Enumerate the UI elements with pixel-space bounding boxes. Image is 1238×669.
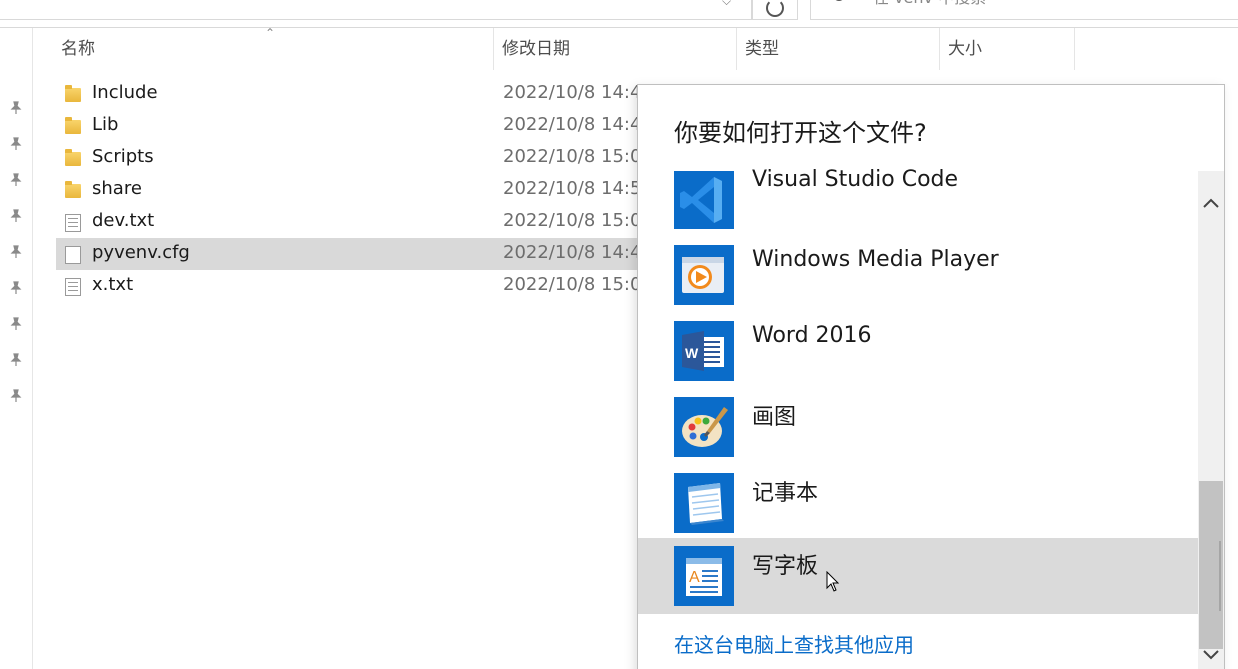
pin-icon[interactable] bbox=[9, 172, 23, 186]
pin-icon[interactable] bbox=[9, 280, 23, 294]
column-header-date[interactable]: 修改日期 bbox=[494, 28, 737, 70]
folder-icon bbox=[65, 181, 81, 198]
pin-icon[interactable] bbox=[9, 100, 23, 114]
pin-icon[interactable] bbox=[9, 136, 23, 150]
folder-icon bbox=[65, 85, 81, 102]
app-item-wordpad[interactable]: A 写字板 bbox=[638, 538, 1198, 614]
open-with-dialog: 你要如何打开这个文件? Visual Studio Code Windows M… bbox=[637, 84, 1225, 669]
file-icon bbox=[65, 246, 81, 264]
file-name: Include bbox=[92, 82, 158, 103]
file-date: 2022/10/8 15:0 bbox=[503, 146, 642, 167]
app-name: Word 2016 bbox=[752, 323, 872, 348]
word-icon: W bbox=[674, 321, 734, 381]
svg-text:A: A bbox=[689, 569, 700, 586]
search-icon bbox=[833, 0, 845, 1]
app-name: 写字板 bbox=[752, 554, 819, 579]
pin-icon[interactable] bbox=[9, 388, 23, 402]
file-date: 2022/10/8 14:4 bbox=[503, 242, 642, 263]
address-bar[interactable] bbox=[0, 0, 752, 20]
app-item-paint[interactable]: 画图 bbox=[638, 393, 1198, 469]
notepad-icon bbox=[674, 473, 734, 533]
media-player-icon bbox=[674, 245, 734, 305]
refresh-button[interactable] bbox=[752, 0, 798, 20]
svg-text:W: W bbox=[685, 345, 699, 361]
file-date: 2022/10/8 14:4 bbox=[503, 82, 642, 103]
app-name: Visual Studio Code bbox=[752, 167, 959, 192]
app-item-notepad[interactable]: 记事本 bbox=[638, 469, 1198, 545]
folder-icon bbox=[65, 117, 81, 134]
sort-ascending-icon: ⌃ bbox=[265, 26, 276, 40]
file-date: 2022/10/8 14:4 bbox=[503, 114, 642, 135]
text-file-icon bbox=[65, 278, 81, 296]
pin-icon[interactable] bbox=[9, 352, 23, 366]
folder-icon bbox=[65, 149, 81, 166]
app-item-media-player[interactable]: Windows Media Player bbox=[638, 241, 1198, 317]
pin-icon[interactable] bbox=[9, 244, 23, 258]
wordpad-icon: A bbox=[674, 546, 734, 606]
chevron-down-icon[interactable] bbox=[1200, 643, 1222, 665]
file-date: 2022/10/8 15:0 bbox=[503, 210, 642, 231]
file-name: Scripts bbox=[92, 146, 154, 167]
column-header-type[interactable]: 类型 bbox=[737, 28, 940, 70]
app-name: 画图 bbox=[752, 405, 797, 430]
pin-icon[interactable] bbox=[9, 316, 23, 330]
file-name: Lib bbox=[92, 114, 119, 135]
search-box[interactable]: 在 venv 中搜索 bbox=[810, 0, 1238, 20]
file-name: share bbox=[92, 178, 142, 199]
chevron-down-icon[interactable]: ⌵ bbox=[722, 0, 731, 9]
search-input[interactable]: 在 venv 中搜索 bbox=[873, 0, 986, 8]
paint-icon bbox=[674, 397, 734, 457]
file-name: x.txt bbox=[92, 274, 134, 295]
file-name: dev.txt bbox=[92, 210, 155, 231]
dialog-title: 你要如何打开这个文件? bbox=[674, 119, 927, 147]
file-name: pyvenv.cfg bbox=[92, 242, 190, 263]
file-row-selected[interactable]: pyvenv.cfg 2022/10/8 14:4 bbox=[56, 238, 641, 270]
find-more-apps-link[interactable]: 在这台电脑上查找其他应用 bbox=[674, 629, 914, 658]
app-name: 记事本 bbox=[752, 481, 819, 506]
refresh-icon bbox=[766, 0, 784, 17]
toolbar: ⌵ 在 venv 中搜索 bbox=[0, 0, 1238, 28]
scrollbar-thumb[interactable] bbox=[1199, 481, 1223, 649]
app-name: Windows Media Player bbox=[752, 247, 999, 272]
app-item-word[interactable]: W Word 2016 bbox=[638, 317, 1198, 393]
vscode-icon bbox=[674, 171, 734, 229]
column-header-size[interactable]: 大小 bbox=[940, 28, 1075, 70]
navigation-pane bbox=[0, 28, 33, 669]
file-date: 2022/10/8 14:5 bbox=[503, 178, 642, 199]
chevron-up-icon[interactable] bbox=[1200, 193, 1222, 215]
pin-icon[interactable] bbox=[9, 208, 23, 222]
file-date: 2022/10/8 15:0 bbox=[503, 274, 642, 295]
text-file-icon bbox=[65, 214, 81, 232]
app-item-vscode[interactable]: Visual Studio Code bbox=[638, 167, 1198, 243]
mouse-cursor-icon bbox=[826, 570, 840, 593]
